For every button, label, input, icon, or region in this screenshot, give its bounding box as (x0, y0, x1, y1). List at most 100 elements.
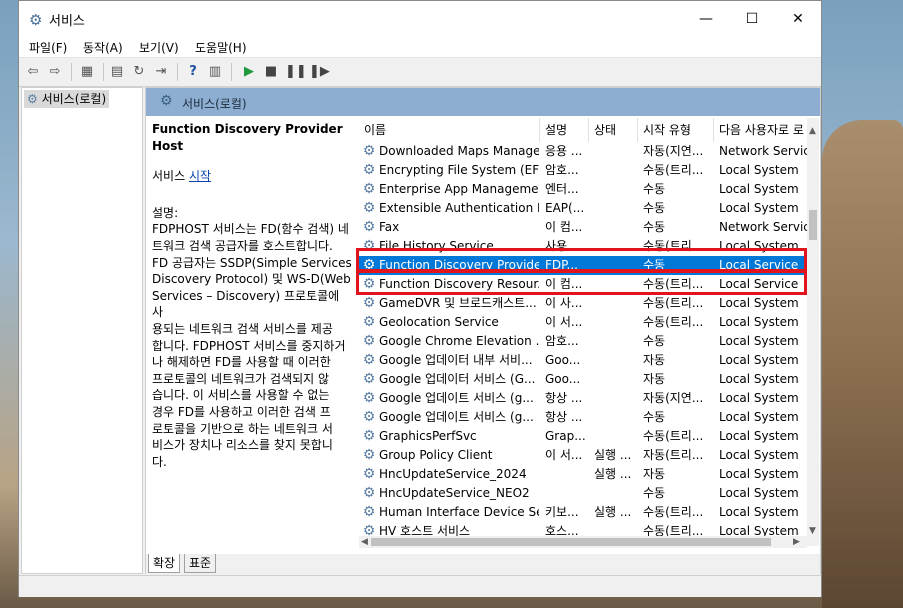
gear-icon: ⚙ (362, 181, 376, 197)
menu-file[interactable]: 파일(F) (29, 39, 67, 56)
service-description-text: 설명: FDPHOST 서비스는 FD(함수 검색) 네 트워크 검색 공급자를… (152, 205, 352, 471)
service-row[interactable]: ⚙ Google Chrome Elevation ... 암호... 수동 Local… (359, 332, 807, 351)
forward-icon[interactable]: ⇨ (45, 62, 65, 82)
service-row[interactable]: ⚙ Group Policy Client 이 서... 실행 ... 자동(트리...… (359, 446, 807, 465)
service-startup-cell: 수동(트리... (643, 163, 704, 177)
toolbar-separator (177, 63, 178, 81)
horizontal-scrollbar[interactable]: ◀ ▶ (359, 536, 807, 548)
service-desc-cell: 암호... (545, 163, 579, 177)
service-row[interactable]: ⚙ Function Discovery Provide... FDP... 수동 Lo… (359, 256, 807, 275)
tab-standard[interactable]: 표준 (184, 554, 217, 573)
service-status-cell (594, 237, 638, 256)
column-header-startup-type[interactable]: 시작 유형 (638, 118, 714, 142)
toolbar: ⇦ ⇨ ▦ ▤ ↻ ⇥ ? ▥ ▶ ■ ❚❚ ❚▶ (19, 57, 821, 87)
gear-icon: ⚙ (362, 162, 376, 178)
service-desc-cell: Goo... (545, 372, 581, 386)
service-logon-cell: Local System (719, 182, 799, 196)
service-status-cell (594, 351, 638, 370)
tree-item-services-local[interactable]: ⚙ 서비스(로컬) (24, 90, 110, 108)
service-row[interactable]: ⚙ GraphicsPerfSvc Grap... 수동(트리... Local Sys… (359, 427, 807, 446)
service-row[interactable]: ⚙ Enterprise App Manageme... 엔터... 수동 Local … (359, 180, 807, 199)
service-startup-cell: 수동 (643, 182, 666, 196)
menu-help[interactable]: 도움말(H) (195, 39, 247, 56)
help-icon[interactable]: ? (183, 62, 203, 82)
service-row[interactable]: ⚙ Google 업데이트 서비스 (g... 항상 ... 수동 Local Syst… (359, 408, 807, 427)
back-icon[interactable]: ⇦ (23, 62, 43, 82)
service-startup-cell: 수동(트리... (643, 315, 704, 329)
service-row[interactable]: ⚙ Function Discovery Resour... 이 컴... 수동(트리… (359, 275, 807, 294)
menu-view[interactable]: 보기(V) (139, 39, 179, 56)
service-startup-cell: 수동 (643, 410, 666, 424)
service-row[interactable]: ⚙ GameDVR 및 브로드캐스트... 이 사... 수동(트리... Local … (359, 294, 807, 313)
service-row[interactable]: ⚙ Human Interface Device Se... 키보... 실행 ...… (359, 503, 807, 522)
column-header-status[interactable]: 상태 (589, 118, 638, 142)
service-logon-cell: Local System (719, 410, 799, 424)
service-row[interactable]: ⚙ Google 업데이터 서비스 (G... Goo... 자동 Local Syst… (359, 370, 807, 389)
scroll-right-icon[interactable]: ▶ (793, 537, 800, 547)
service-name-cell: Human Interface Device Se... (379, 505, 539, 519)
console-tree: ⚙ 서비스(로컬) (21, 87, 143, 574)
gear-icon: ⚙ (362, 447, 376, 463)
service-desc-cell: FDP... (545, 258, 578, 272)
start-service-link[interactable]: 시작 (189, 169, 211, 183)
scroll-left-icon[interactable]: ◀ (361, 537, 368, 547)
list-header: 이름 설명 상태 시작 유형 다음 사용자로 로 ^ (359, 118, 819, 142)
service-row[interactable]: ⚙ Google 업데이트 서비스 (g... 항상 ... 자동(지연... Loca… (359, 389, 807, 408)
column-header-logon-as[interactable]: 다음 사용자로 로 (714, 118, 807, 142)
scroll-up-icon[interactable]: ▲ (809, 126, 816, 136)
service-row[interactable]: ⚙ HncUpdateService_NEO2 수동 Local System (359, 484, 807, 503)
properties-icon[interactable]: ▤ (107, 62, 127, 82)
service-row[interactable]: ⚙ Geolocation Service 이 서... 수동(트리... Local … (359, 313, 807, 332)
pause-icon[interactable]: ❚❚ (285, 62, 307, 82)
service-row[interactable]: ⚙ HncUpdateService_2024 실행 ... 자동 Local Syst… (359, 465, 807, 484)
sort-ascending-icon: ^ (441, 118, 450, 125)
service-name-cell: HncUpdateService_NEO2 (379, 486, 530, 500)
service-logon-cell: Local System (719, 315, 799, 329)
service-logon-cell: Network Service (719, 144, 807, 158)
stop-icon[interactable]: ■ (261, 62, 281, 82)
service-name-cell: Google 업데이터 내부 서비... (379, 353, 533, 367)
vertical-scroll-thumb[interactable] (809, 210, 817, 240)
minimize-button[interactable]: — (683, 1, 729, 37)
gear-icon: ⚙ (29, 11, 43, 29)
service-status-cell (594, 313, 638, 332)
service-status-cell (594, 408, 638, 427)
service-row[interactable]: ⚙ Downloaded Maps Manager 응용 ... 자동(지연... Ne… (359, 142, 807, 161)
service-logon-cell: Local Service (719, 258, 799, 272)
refresh-icon[interactable]: ↻ (129, 62, 149, 82)
vertical-scrollbar[interactable]: ▲ ▼ (807, 118, 819, 546)
column-header-description[interactable]: 설명 (540, 118, 589, 142)
service-row[interactable]: ⚙Fax 이 컴... 수동 Network Service (359, 218, 807, 237)
service-logon-cell: Local System (719, 201, 799, 215)
console-tree-icon[interactable]: ▦ (77, 62, 97, 82)
service-desc-cell: 이 사... (545, 296, 583, 310)
service-name-cell: Encrypting File System (EFS) (379, 163, 539, 177)
close-button[interactable]: ✕ (775, 1, 821, 37)
service-row[interactable]: ⚙ Extensible Authentication P... EAP(... 수동… (359, 199, 807, 218)
service-desc-cell: 이 컴... (545, 277, 583, 291)
service-startup-cell: 수동(트리... (643, 277, 704, 291)
tab-extended[interactable]: 확장 (148, 554, 181, 573)
service-row[interactable]: ⚙ Google 업데이터 내부 서비... Goo... 자동 Local Syste… (359, 351, 807, 370)
service-startup-cell: 수동(트리... (643, 239, 704, 253)
play-icon[interactable]: ▶ (239, 62, 259, 82)
service-startup-cell: 수동(트리... (643, 296, 704, 310)
service-status-cell (594, 180, 638, 199)
maximize-button[interactable]: ☐ (729, 1, 775, 37)
menu-action[interactable]: 동작(A) (83, 39, 123, 56)
service-row[interactable]: ⚙ File History Service 사용... 수동(트리... Local … (359, 237, 807, 256)
service-name-cell: File History Service (379, 239, 494, 253)
export-icon[interactable]: ⇥ (151, 62, 171, 82)
resume-icon[interactable]: ❚▶ (309, 62, 330, 82)
title-bar[interactable]: ⚙ 서비스 — ☐ ✕ (19, 1, 821, 37)
column-header-name[interactable]: 이름 (359, 118, 540, 142)
window-title: 서비스 (49, 14, 85, 29)
scroll-down-icon[interactable]: ▼ (809, 526, 816, 536)
service-desc-cell (545, 484, 589, 503)
service-logon-cell: Local Service (719, 277, 799, 291)
service-startup-cell: 수동(트리... (643, 429, 704, 443)
horizontal-scroll-thumb[interactable] (371, 538, 771, 546)
service-startup-cell: 수동 (643, 220, 666, 234)
show-pane-icon[interactable]: ▥ (205, 62, 225, 82)
service-row[interactable]: ⚙ Encrypting File System (EFS) 암호... 수동(트리.… (359, 161, 807, 180)
